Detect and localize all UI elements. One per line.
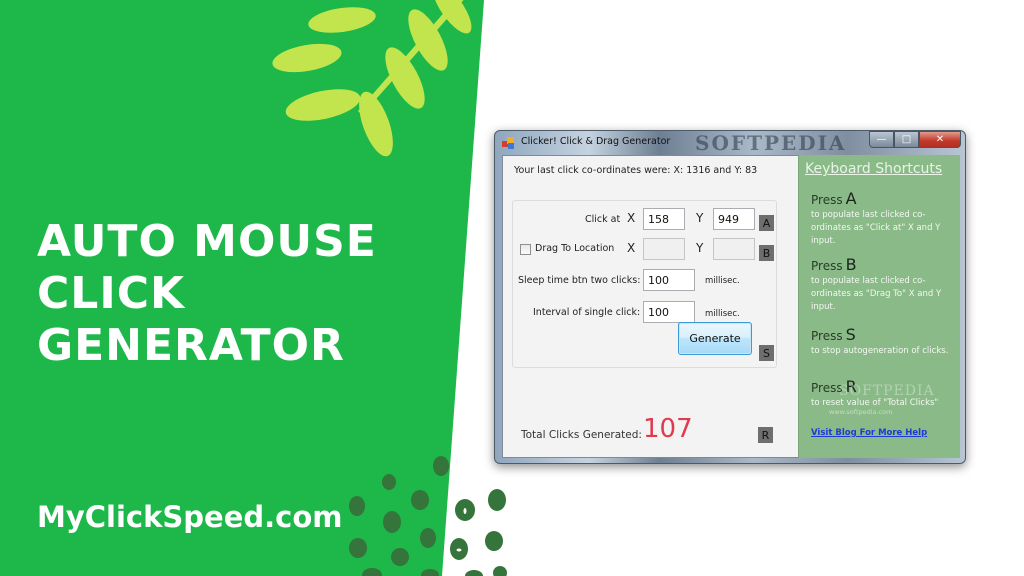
window-title: Clicker! Click & Drag Generator	[521, 136, 671, 147]
close-button[interactable]: ✕	[919, 131, 961, 148]
softpedia-watermark: SOFTPEDIA	[695, 131, 847, 155]
total-clicks-label: Total Clicks Generated:	[521, 429, 642, 441]
click-at-x-label: X	[627, 211, 636, 225]
shortcut-item: Press S to stop autogeneration of clicks.	[811, 325, 961, 358]
headline: AUTO MOUSE CLICK GENERATOR	[37, 216, 417, 372]
shortcut-description: to populate last clicked co-ordinates as…	[811, 276, 942, 312]
press-label: Press	[811, 329, 843, 343]
interval-unit: millisec.	[705, 309, 740, 319]
dot	[455, 499, 475, 521]
sleep-time-input[interactable]	[643, 269, 695, 291]
press-label: Press	[811, 259, 843, 273]
click-at-label: Click at	[585, 214, 621, 225]
headline-line: GENERATOR	[37, 320, 345, 371]
dot	[493, 566, 507, 576]
shortcut-description: to stop autogeneration of clicks.	[811, 346, 949, 356]
maximize-icon: □	[901, 134, 912, 145]
interval-input[interactable]	[643, 301, 695, 323]
drag-y-input[interactable]	[713, 238, 755, 260]
shortcut-badge-b: B	[759, 245, 774, 261]
softpedia-watermark-url: www.softpedia.com	[829, 408, 893, 416]
sleep-time-label: Sleep time btn two clicks:	[518, 275, 641, 286]
headline-line: CLICK	[37, 268, 186, 319]
dot-highlight	[463, 508, 467, 514]
visit-blog-link[interactable]: Visit Blog For More Help	[811, 428, 927, 438]
click-at-y-input[interactable]	[713, 208, 755, 230]
window-client-area: Your last click co-ordinates were: X: 13…	[502, 155, 960, 458]
dot	[465, 570, 483, 576]
shortcut-item: Press A to populate last clicked co-ordin…	[811, 189, 961, 248]
interval-label: Interval of single click:	[533, 307, 641, 318]
last-click-coordinates: Your last click co-ordinates were: X: 13…	[514, 165, 758, 176]
shortcut-badge-r: R	[758, 427, 773, 443]
shortcut-key: B	[845, 255, 857, 274]
total-clicks-value: 107	[643, 414, 693, 444]
dot	[488, 489, 506, 511]
shortcut-badge-a: A	[759, 215, 774, 231]
app-window: Clicker! Click & Drag Generator SOFTPEDI…	[494, 130, 966, 464]
drag-x-input[interactable]	[643, 238, 685, 260]
title-bar[interactable]: Clicker! Click & Drag Generator SOFTPEDI…	[495, 131, 965, 155]
shortcut-key: S	[845, 325, 856, 344]
site-url: MyClickSpeed.com	[37, 500, 343, 534]
softpedia-watermark: SOFTPEDIA	[839, 383, 935, 399]
minimize-icon: —	[876, 134, 887, 145]
app-icon	[502, 137, 516, 149]
keyboard-shortcuts-panel: Keyboard Shortcuts Press A to populate la…	[798, 155, 960, 458]
dot	[450, 538, 468, 560]
shortcuts-title[interactable]: Keyboard Shortcuts	[805, 161, 942, 177]
press-label: Press	[811, 381, 843, 395]
shortcut-key: A	[845, 189, 857, 208]
shortcut-item: Press B to populate last clicked co-ordin…	[811, 255, 961, 314]
drag-y-label: Y	[696, 241, 704, 255]
drag-to-location-checkbox[interactable]	[520, 244, 531, 255]
headline-line: AUTO MOUSE	[37, 216, 377, 267]
window-controls: — □ ✕	[869, 131, 961, 148]
sleep-time-unit: millisec.	[705, 276, 740, 286]
generate-button[interactable]: Generate	[678, 322, 752, 355]
press-label: Press	[811, 193, 843, 207]
shortcut-badge-s: S	[759, 345, 774, 361]
dot	[485, 531, 503, 551]
click-at-x-input[interactable]	[643, 208, 685, 230]
dot-highlight	[456, 548, 462, 552]
drag-x-label: X	[627, 241, 636, 255]
drag-to-location-label[interactable]: Drag To Location	[535, 243, 614, 254]
minimize-button[interactable]: —	[869, 131, 894, 148]
shortcut-description: to populate last clicked co-ordinates as…	[811, 210, 941, 246]
click-at-y-label: Y	[696, 211, 704, 225]
maximize-button[interactable]: □	[894, 131, 919, 148]
close-icon: ✕	[935, 134, 945, 145]
